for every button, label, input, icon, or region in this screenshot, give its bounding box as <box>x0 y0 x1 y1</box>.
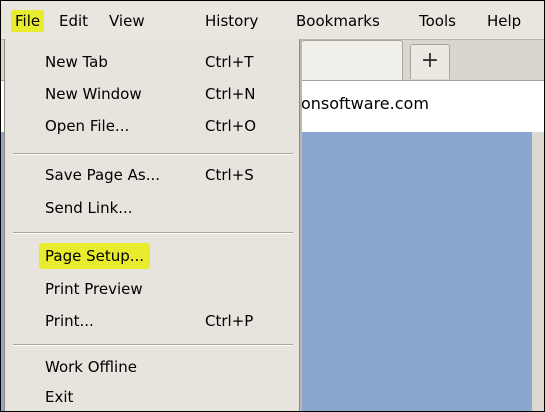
menu-item-work-offline[interactable]: Work Offline <box>5 353 299 383</box>
menu-item-print[interactable]: Print... Ctrl+P <box>5 307 299 337</box>
menu-bookmarks[interactable]: Bookmarks <box>296 10 380 32</box>
menu-item-open-file[interactable]: Open File... Ctrl+O <box>5 112 299 142</box>
menu-item-label: Exit <box>45 388 74 406</box>
menu-item-shortcut: Ctrl+S <box>205 166 254 184</box>
menu-item-send-link[interactable]: Send Link... <box>5 194 299 224</box>
browser-window: File Edit View History Bookmarks Tools H… <box>0 0 545 412</box>
menu-view[interactable]: View <box>109 10 145 32</box>
menu-item-shortcut: Ctrl+P <box>205 312 254 330</box>
menu-item-label: Page Setup... <box>39 243 151 269</box>
menu-item-shortcut: Ctrl+N <box>205 85 256 103</box>
menu-item-page-setup[interactable]: Page Setup... <box>5 242 299 272</box>
menu-help[interactable]: Help <box>487 10 521 32</box>
menu-separator <box>13 344 293 346</box>
menu-item-label: Print... <box>45 312 94 330</box>
menu-separator <box>13 153 293 155</box>
menu-file[interactable]: File <box>11 10 45 32</box>
menu-bar: File Edit View History Bookmarks Tools H… <box>1 1 544 40</box>
menu-item-shortcut: Ctrl+T <box>205 53 254 71</box>
url-text: onsoftware.com <box>301 94 429 113</box>
plus-icon: + <box>420 48 440 73</box>
menu-item-print-preview[interactable]: Print Preview <box>5 275 299 305</box>
menu-item-label: New Window <box>45 85 142 103</box>
menu-item-label: Save Page As... <box>45 166 161 184</box>
browser-tab[interactable] <box>301 40 403 81</box>
menu-separator <box>13 232 293 234</box>
vertical-scrollbar[interactable] <box>531 132 544 411</box>
menu-item-label: Print Preview <box>45 280 143 298</box>
menu-item-label: Work Offline <box>45 358 137 376</box>
menu-item-label: New Tab <box>45 53 108 71</box>
menu-item-label: Open File... <box>45 117 130 135</box>
menu-tools[interactable]: Tools <box>419 10 456 32</box>
file-menu-dropdown: New Tab Ctrl+T New Window Ctrl+N Open Fi… <box>4 39 300 411</box>
menu-item-new-window[interactable]: New Window Ctrl+N <box>5 80 299 110</box>
menu-item-label: Send Link... <box>45 199 133 217</box>
menu-item-shortcut: Ctrl+O <box>205 117 257 135</box>
menu-item-exit[interactable]: Exit <box>5 383 299 411</box>
menu-history[interactable]: History <box>205 10 258 32</box>
menu-item-save-page-as[interactable]: Save Page As... Ctrl+S <box>5 161 299 191</box>
menu-edit[interactable]: Edit <box>59 10 88 32</box>
new-tab-button[interactable]: + <box>410 44 450 79</box>
menu-item-new-tab[interactable]: New Tab Ctrl+T <box>5 48 299 78</box>
